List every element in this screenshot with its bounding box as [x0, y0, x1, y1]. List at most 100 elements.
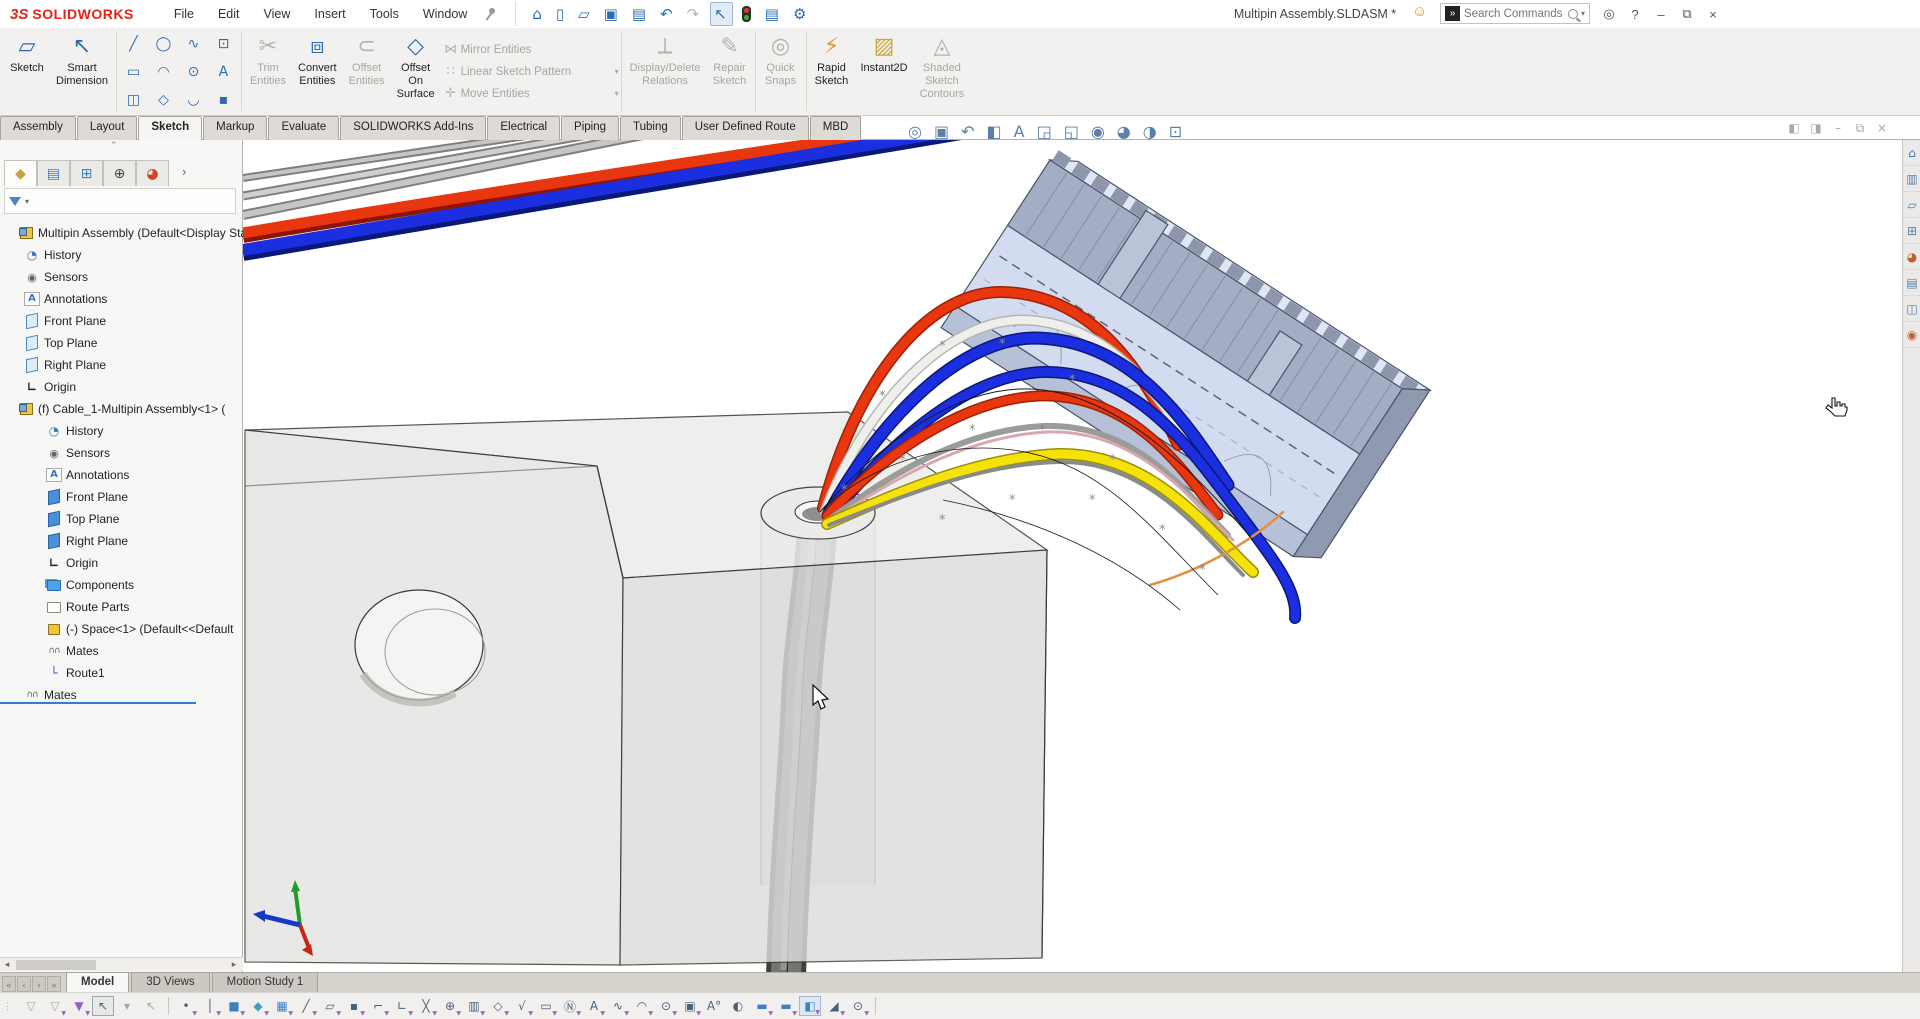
edit-appearance[interactable]: ◕	[1117, 122, 1133, 141]
user-account[interactable]: ◎	[1596, 6, 1622, 22]
polygon[interactable]: ◇	[149, 86, 179, 114]
offset-on-surface-button[interactable]: ◇ Offset On Surface	[391, 28, 441, 115]
tree-item[interactable]: Top Plane	[0, 332, 243, 354]
filter-connection-points[interactable]: ▬	[751, 996, 773, 1016]
tree-item[interactable]: Mates	[0, 640, 243, 662]
dynamic-annotation-views[interactable]: A	[1014, 122, 1027, 141]
sketch-button[interactable]: ▱ Sketch	[4, 28, 50, 115]
select-caret[interactable]: ▾	[116, 996, 138, 1016]
restore-doc[interactable]: ⧉	[1849, 121, 1871, 136]
panel-tabs-expand-icon[interactable]: ›	[182, 164, 186, 179]
quickbar-button[interactable]: ▣	[601, 3, 623, 25]
tree-root[interactable]: Multipin Assembly (Default<Display Sta	[0, 222, 243, 244]
design-library[interactable]: ▥	[1903, 166, 1920, 192]
tree-item[interactable]: History	[0, 420, 243, 442]
filter-weld-symbols[interactable]: ◠	[631, 996, 653, 1016]
filter-hidden-edges[interactable]: ◢	[823, 996, 845, 1016]
electrical-library[interactable]: ◫	[1903, 296, 1920, 322]
command-tab[interactable]: MBD	[810, 116, 862, 140]
slot[interactable]: ◫	[119, 86, 149, 114]
quickbar-button[interactable]	[739, 4, 756, 24]
quickbar-button[interactable]: ▱	[575, 3, 595, 25]
command-tab[interactable]: SOLIDWORKS Add-Ins	[340, 116, 486, 140]
next-tab[interactable]: ›	[32, 976, 46, 992]
filter-faces[interactable]: ■	[223, 996, 245, 1016]
viewport-canvas[interactable]: *** *** *** *** **	[243, 140, 1902, 972]
filter-center-marks[interactable]: ▥	[463, 996, 485, 1016]
convert-entities-button[interactable]: ⧈ Convert Entities	[292, 28, 343, 115]
filter-surface-finish[interactable]: ∿	[607, 996, 629, 1016]
dimxpertmanager-tab[interactable]: ⊕	[103, 160, 136, 186]
instant2d-button[interactable]: ▨ Instant2D	[855, 28, 914, 115]
view-palette[interactable]: ⊞	[1903, 218, 1920, 244]
document-tab[interactable]: Motion Study 1	[212, 972, 319, 992]
quickbar-button[interactable]: ▯	[553, 3, 569, 25]
command-tab[interactable]: Electrical	[487, 116, 560, 140]
filter-solid-bodies[interactable]: ▦	[271, 996, 293, 1016]
tree-item[interactable]: Front Plane	[0, 486, 243, 508]
filter-datums[interactable]: ▣	[679, 996, 701, 1016]
apply-scene[interactable]: ◑	[1143, 122, 1159, 141]
minimize-doc[interactable]: –	[1827, 121, 1849, 136]
tree-item[interactable]: Route1	[0, 662, 243, 684]
shaded-selection[interactable]: ◧	[799, 996, 821, 1016]
menu-item[interactable]: Tools	[358, 2, 411, 26]
chevron-down-icon[interactable]: ▾	[25, 197, 29, 206]
zoom-to-fit[interactable]: ◎	[908, 122, 924, 141]
routing-library[interactable]: ◉	[1903, 322, 1920, 348]
file-explorer[interactable]: ▱	[1903, 192, 1920, 218]
propertymanager-tab[interactable]: ▤	[37, 160, 70, 186]
command-tab[interactable]: Layout	[77, 116, 138, 140]
prev-tab[interactable]: ‹	[17, 976, 31, 992]
point[interactable]: ▪	[209, 86, 239, 114]
circle[interactable]: ◯	[149, 30, 179, 58]
filter-centerlines[interactable]: ◇	[487, 996, 509, 1016]
quickbar-button[interactable]: ↖	[710, 2, 733, 26]
view-orientation[interactable]: ◲	[1037, 122, 1054, 141]
filter-sketches[interactable]: ⌐	[367, 996, 389, 1016]
magnified-selection[interactable]: ↖	[140, 996, 162, 1016]
search-icon[interactable]	[1568, 9, 1578, 19]
menu-item[interactable]: Window	[411, 2, 479, 26]
zoom-to-area[interactable]: ▣	[934, 122, 951, 141]
filter-points[interactable]: ▪	[343, 996, 365, 1016]
toolbar-drag-handle[interactable]: ⋮	[3, 1001, 13, 1012]
tree-item[interactable]: Right Plane	[0, 530, 243, 552]
document-tab[interactable]: 3D Views	[131, 972, 209, 992]
sketch-region[interactable]: ⊡	[209, 30, 239, 58]
arc[interactable]: ◠	[149, 58, 179, 86]
filter-axes[interactable]: ╱	[295, 996, 317, 1016]
clear-all-filters[interactable]: ▽	[20, 996, 42, 1016]
tree-item[interactable]: Sensors	[0, 266, 243, 288]
background-wire-bundle[interactable]	[243, 140, 961, 253]
quickbar-button[interactable]: ▤	[762, 3, 784, 25]
filter-vertices[interactable]: •	[175, 996, 197, 1016]
custom-properties[interactable]: ▤	[1903, 270, 1920, 296]
filter-cosmetic-threads[interactable]: A°	[703, 996, 725, 1016]
home[interactable]: ⌂	[1903, 140, 1920, 166]
filter-notes[interactable]: Ⓝ	[559, 996, 581, 1016]
toggle-selection-filters[interactable]: ▼	[68, 996, 90, 1016]
filter-section-scope[interactable]: ◐	[727, 996, 749, 1016]
panel-collapse-chevron[interactable]: ⌃	[110, 140, 118, 151]
appearances-scenes[interactable]: ◕	[1903, 244, 1920, 270]
tree-item[interactable]: (f) Cable_1-Multipin Assembly<1> (	[0, 398, 243, 420]
corner-rectangle[interactable]: ▭	[119, 58, 149, 86]
panel-horizontal-scrollbar[interactable]: ◂ ▸	[0, 957, 243, 971]
filter-annotations[interactable]: ▭	[535, 996, 557, 1016]
tree-item[interactable]: History	[0, 244, 243, 266]
rapid-sketch-button[interactable]: ⚡ Rapid Sketch	[809, 28, 855, 115]
scroll-right-icon[interactable]: ▸	[227, 959, 241, 970]
clear-selected-filters[interactable]: ▽	[44, 996, 66, 1016]
filter-geometric-tolerances[interactable]: ⊙	[655, 996, 677, 1016]
restore[interactable]: ⧉	[1674, 6, 1700, 22]
line[interactable]: ╱	[119, 30, 149, 58]
quickbar-button[interactable]: ⚙	[790, 3, 811, 25]
tree-filter-row[interactable]: ▾	[4, 188, 236, 214]
pane-left[interactable]: ◧	[1783, 121, 1805, 136]
filter-sketch-points[interactable]: ╳	[415, 996, 437, 1016]
menu-item[interactable]: View	[252, 2, 303, 26]
previous-view[interactable]: ↶	[961, 122, 976, 141]
tree-item[interactable]: Components	[0, 574, 243, 596]
command-tab[interactable]: Assembly	[0, 116, 76, 140]
